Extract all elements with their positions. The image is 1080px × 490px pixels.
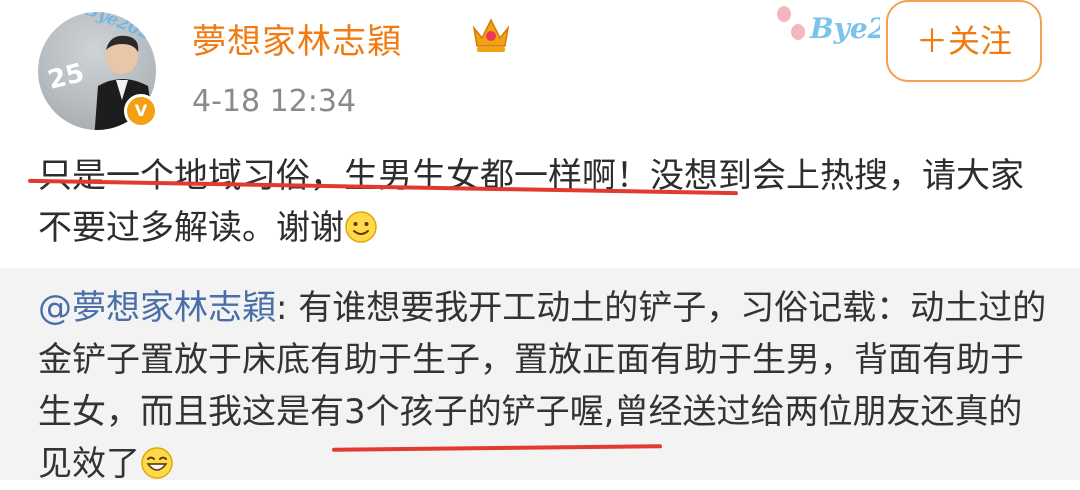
smile-emoji-icon: [345, 211, 377, 243]
quoted-post-text: @夢想家林志穎: 有谁想要我开工动土的铲子，习俗记载：动土过的金铲子置放于床底有…: [38, 282, 1050, 490]
bye-decoration-icon: Bye2: [777, 6, 880, 45]
avatar-number: 25: [44, 58, 88, 96]
post-text: 只是一个地域习俗，生男生女都一样啊！没想到会上热搜，请大家不要过多解读。谢谢: [38, 156, 1024, 248]
post-content: 只是一个地域习俗，生男生女都一样啊！没想到会上热搜，请大家不要过多解读。谢谢: [38, 150, 1048, 254]
quoted-post[interactable]: @夢想家林志穎: 有谁想要我开工动土的铲子，习俗记载：动土过的金铲子置放于床底有…: [0, 268, 1080, 484]
verified-badge-icon: V: [124, 94, 158, 128]
username[interactable]: 夢想家林志穎: [192, 14, 402, 63]
svg-text:Bye2: Bye2: [809, 12, 880, 45]
grin-emoji-icon: [141, 447, 173, 479]
quoted-author-mention[interactable]: @夢想家林志穎: [38, 288, 276, 328]
avatar[interactable]: Bye2020 25 V: [38, 12, 158, 130]
weibo-post: Bye2020 25 V 夢想家林志穎 4-18 12:34 Bye2 ＋关注 …: [0, 0, 1080, 268]
follow-button[interactable]: ＋关注: [886, 0, 1042, 82]
crown-icon: [472, 18, 510, 52]
post-timestamp: 4-18 12:34: [192, 84, 357, 119]
